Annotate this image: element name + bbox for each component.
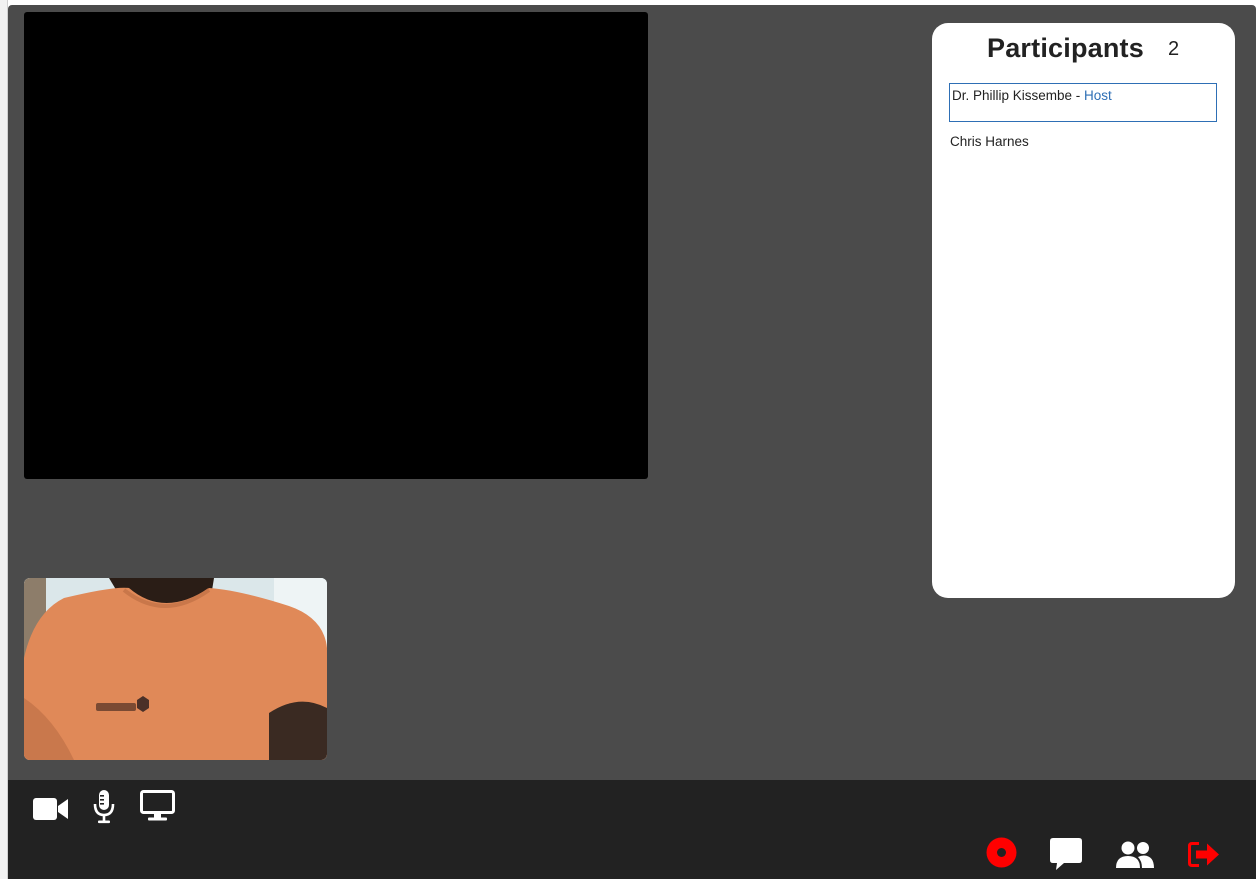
screen-share-icon[interactable] [140,790,175,822]
participant-separator: - [1072,88,1085,103]
host-badge: Host [1084,88,1112,103]
participants-title: Participants [987,33,1144,63]
call-toolbar [8,780,1256,879]
participant-list: Dr. Phillip Kissembe - Host Chris Harnes [949,83,1217,149]
participants-panel-header: Participants 2 [932,23,1235,79]
local-video-feed [24,578,327,760]
participant-name: Dr. Phillip Kissembe [952,88,1073,103]
window-edge [0,0,8,879]
participants-panel: Participants 2 Dr. Phillip Kissembe - Ho… [932,23,1235,598]
local-camera-image [24,578,327,760]
participants-count: 2 [1168,38,1180,60]
video-call-window: Participants 2 Dr. Phillip Kissembe - Ho… [8,5,1256,879]
video-camera-icon[interactable] [33,798,68,820]
participant-item[interactable]: Chris Harnes [949,134,1217,149]
record-icon[interactable] [986,837,1017,868]
chat-icon[interactable] [1050,838,1082,870]
remote-video-feed [24,12,648,479]
leave-icon[interactable] [1188,842,1220,867]
participant-name: Chris Harnes [950,134,1029,149]
participant-item-host[interactable]: Dr. Phillip Kissembe - Host [949,83,1217,122]
microphone-icon[interactable] [93,790,115,824]
participants-icon[interactable] [1116,841,1154,868]
